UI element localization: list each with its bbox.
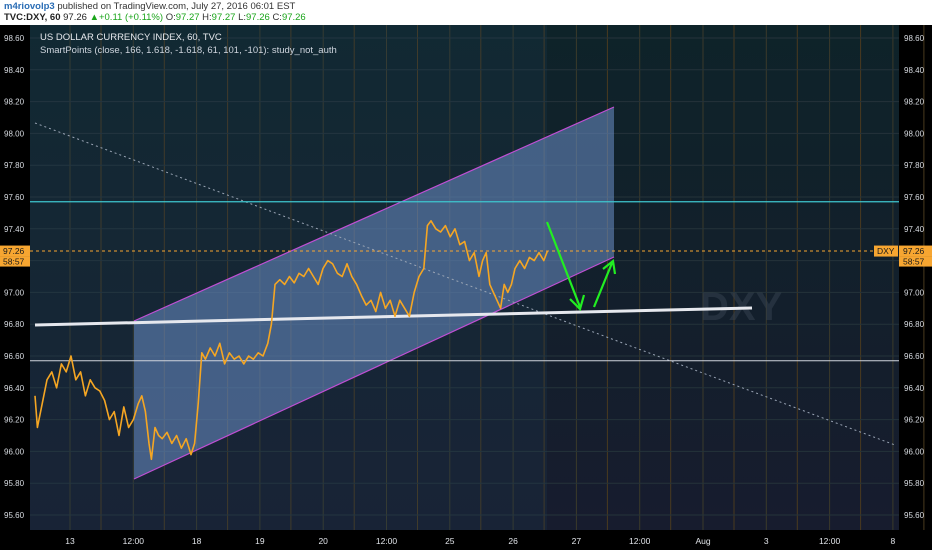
y-tick-label-left: 95.80 <box>4 479 25 488</box>
y-tick-label-right: 96.60 <box>904 352 925 361</box>
publish-line: m4riovolp3 published on TradingView.com,… <box>4 1 295 12</box>
y-tick-label-left: 97.80 <box>4 161 25 170</box>
high-value: 97.27 <box>211 12 236 23</box>
low-value: 97.26 <box>246 12 270 23</box>
x-tick-label: 12:00 <box>123 536 145 546</box>
published-text: published on TradingView.com, July 27, 2… <box>57 1 296 12</box>
y-tick-label-left: 97.60 <box>4 193 25 202</box>
y-tick-label-right: 97.40 <box>904 225 925 234</box>
x-tick-label: 3 <box>764 536 769 546</box>
close-label: C: <box>272 12 282 23</box>
x-tick-label: 18 <box>192 536 202 546</box>
y-tick-label-right: 96.40 <box>904 384 925 393</box>
countdown-tag-right-text: 58:57 <box>903 257 925 267</box>
y-tick-label-right: 96.00 <box>904 447 925 456</box>
author-link[interactable]: m4riovolp3 <box>4 1 55 12</box>
countdown-tag-left-text: 58:57 <box>3 257 25 267</box>
x-tick-label: 25 <box>445 536 455 546</box>
chart-title: US DOLLAR CURRENCY INDEX, 60, TVC <box>40 32 222 43</box>
y-tick-label-right: 97.60 <box>904 193 925 202</box>
close-value: 97.26 <box>281 12 306 23</box>
open-label: O: <box>165 12 176 23</box>
y-tick-label-right: 95.80 <box>904 479 925 488</box>
high-label: H: <box>202 12 212 23</box>
x-tick-label: 12:00 <box>376 536 398 546</box>
y-tick-label-right: 97.00 <box>904 288 925 297</box>
y-tick-label-left: 98.60 <box>4 34 25 43</box>
y-tick-label-left: 96.80 <box>4 320 25 329</box>
x-tick-label: 8 <box>891 536 896 546</box>
last-price-tag-left-text: 97.26 <box>3 246 25 256</box>
publish-header: m4riovolp3 published on TradingView.com,… <box>0 0 932 25</box>
y-tick-label-left: 98.40 <box>4 66 25 75</box>
y-tick-label-left: 96.20 <box>4 416 25 425</box>
y-tick-label-left: 98.20 <box>4 98 25 107</box>
change-value: +0.11 (+0.11%) <box>98 12 164 23</box>
x-tick-label: 20 <box>318 536 328 546</box>
y-tick-label-left: 97.00 <box>4 288 25 297</box>
series-name-tag-text: DXY <box>877 246 895 256</box>
symbol-label: TVC:DXY, 60 <box>4 12 61 23</box>
y-tick-label-left: 96.60 <box>4 352 25 361</box>
indicator-legend[interactable]: SmartPoints (close, 166, 1.618, -1.618, … <box>40 45 337 56</box>
y-tick-label-left: 96.40 <box>4 384 25 393</box>
x-tick-label: Aug <box>695 536 710 546</box>
y-tick-label-right: 98.60 <box>904 34 925 43</box>
last-price-tag-right-text: 97.26 <box>903 246 925 256</box>
x-tick-label: 13 <box>65 536 75 546</box>
y-tick-label-right: 98.20 <box>904 98 925 107</box>
up-arrow-icon: ▲ <box>89 12 99 23</box>
symbol-line: TVC:DXY, 60 97.26 ▲+0.11 (+0.11%) O:97.2… <box>4 12 306 23</box>
y-tick-label-right: 98.00 <box>904 129 925 138</box>
y-tick-label-left: 95.60 <box>4 511 25 520</box>
x-tick-label: 27 <box>572 536 582 546</box>
y-tick-label-right: 95.60 <box>904 511 925 520</box>
y-tick-label-left: 97.40 <box>4 225 25 234</box>
x-tick-label: 12:00 <box>629 536 651 546</box>
last-price: 97.26 <box>63 12 87 23</box>
y-tick-label-right: 96.80 <box>904 320 925 329</box>
x-tick-label: 26 <box>508 536 518 546</box>
y-tick-label-left: 98.00 <box>4 129 25 138</box>
y-tick-label-right: 97.80 <box>904 161 925 170</box>
open-value: 97.27 <box>175 12 200 23</box>
low-label: L: <box>238 12 247 23</box>
y-tick-label-right: 96.20 <box>904 416 925 425</box>
y-tick-label-right: 98.40 <box>904 66 925 75</box>
x-tick-label: 19 <box>255 536 265 546</box>
x-tick-label: 12:00 <box>819 536 841 546</box>
price-chart[interactable]: DXY US DOLLAR CURRENCY INDEX, 60, TVC Sm… <box>0 25 932 550</box>
y-tick-label-left: 96.00 <box>4 447 25 456</box>
